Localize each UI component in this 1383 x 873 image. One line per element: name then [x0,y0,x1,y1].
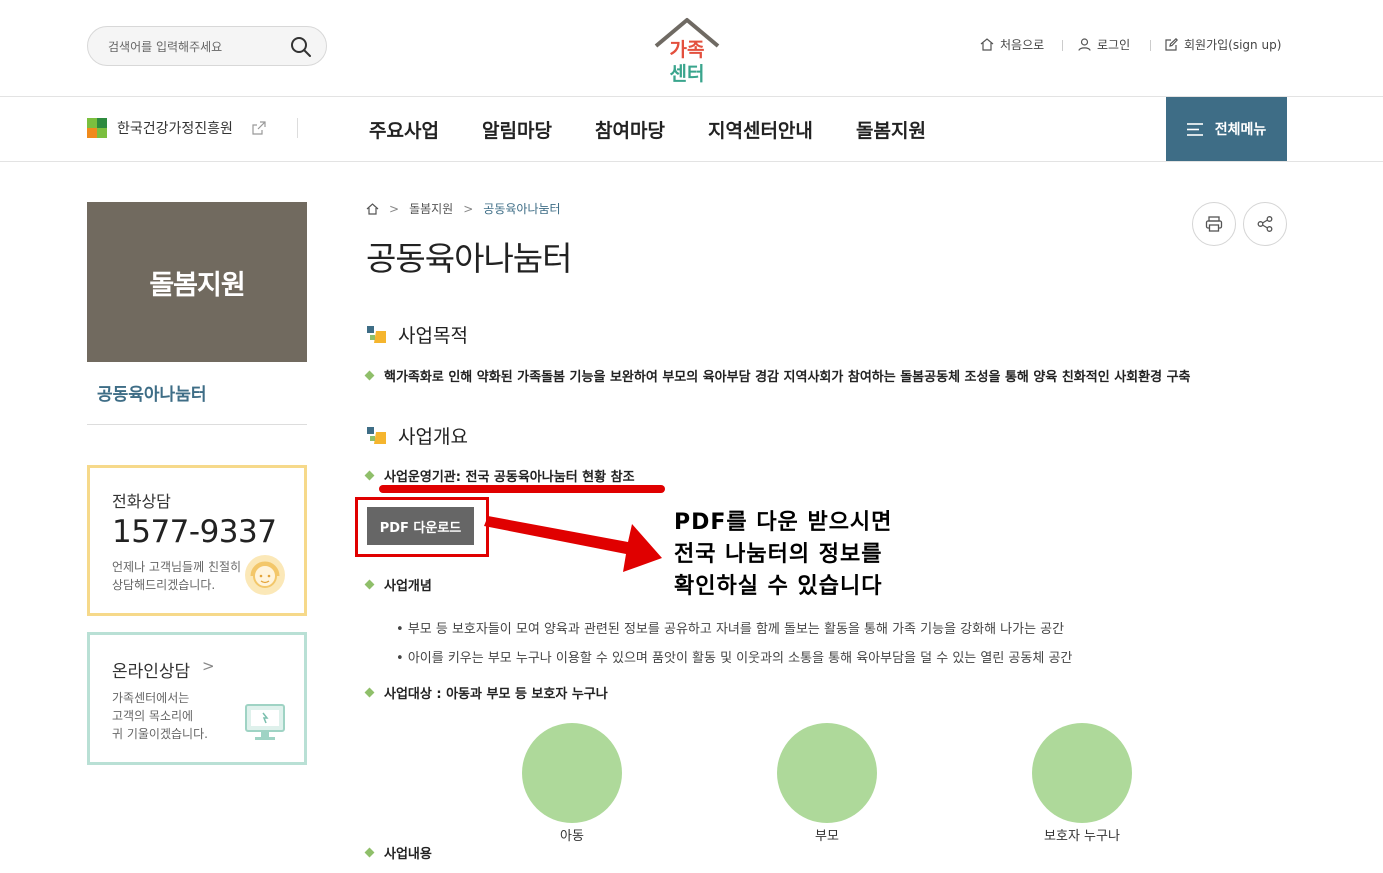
online-consult-desc: 가족센터에서는 고객의 목소리에 귀 기울이겠습니다. [112,689,208,743]
org-divider [297,118,298,138]
bullet-diamond [364,470,375,481]
target-circle-child [522,723,622,823]
concept-item: • 아이를 키우는 부모 누구나 이용할 수 있으며 품앗이 활동 및 이웃과의… [396,651,1073,666]
target-title: 사업대상 : 아동과 부모 등 보호자 누구나 [364,683,608,702]
breadcrumb-separator: > [389,201,400,216]
online-consult-box[interactable]: 온라인상담 > 가족센터에서는 고객의 목소리에 귀 기울이겠습니다. [87,632,307,765]
content-title-label: 사업내용 [384,847,432,862]
external-link-icon [252,121,266,135]
pdf-download-button[interactable]: PDF 다운로드 [367,507,474,545]
home-link-label: 처음으로 [1000,38,1045,52]
target-label-child: 아동 [560,829,584,844]
concept-item-label: 부모 등 보호자들이 모여 양육과 관련된 정보를 공유하고 자녀를 함께 돌보… [407,622,1065,637]
logo-text-bottom: 센터 [670,63,705,85]
annotation-line: PDF를 다운 받으시면 [674,510,893,535]
org-link[interactable]: 한국건강가정진흥원 [87,118,267,138]
section-heading-overview: 사업개요 [366,422,468,449]
online-consult-desc-line: 가족센터에서는 [112,691,190,705]
user-icon [1078,38,1091,51]
target-title-label: 사업대상 : 아동과 부모 등 보호자 누구나 [384,687,608,702]
target-circle-guardian [1032,723,1132,823]
concept-item-label: 아이를 키우는 부모 누구나 이용할 수 있으며 품앗이 활동 및 이웃과의 소… [407,651,1073,666]
online-consult-desc-line: 귀 기울이겠습니다. [112,727,208,741]
edit-icon [1165,38,1178,51]
breadcrumb-current: 공동육아나눔터 [483,202,561,216]
sidebar-divider [87,424,307,425]
phone-number[interactable]: 1577-9337 [112,514,277,550]
red-arrow-annotation [484,516,662,572]
section-heading-label: 사업목적 [398,325,468,347]
concept-item: • 부모 등 보호자들이 모여 양육과 관련된 정보를 공유하고 자녀를 함께 … [396,622,1065,637]
nav-notice[interactable]: 알림마당 [482,116,552,143]
org-link-label: 한국건강가정진흥원 [117,121,233,137]
online-consult-label: 온라인상담 [112,662,191,682]
util-divider [1150,40,1151,51]
hamburger-icon [1186,122,1203,136]
login-link[interactable]: 로그인 [1078,36,1130,53]
family-center-logo[interactable]: 가족 센터 [652,16,722,86]
sidebar-item-co-parenting[interactable]: 공동육아나눔터 [97,380,206,405]
nav-main-business[interactable]: 주요사업 [369,116,439,143]
red-underline-annotation [379,485,665,493]
section-heading-label: 사업개요 [398,426,468,448]
svg-text:센터: 센터 [670,63,705,85]
operator-text: 사업운영기관: 전국 공동육아나눔터 현황 참조 [364,466,635,485]
target-circle-parent [777,723,877,823]
signup-link-label: 회원가입(sign up) [1184,38,1282,52]
share-button[interactable] [1243,202,1287,246]
target-label-guardian: 보호자 누구나 [1044,829,1120,844]
print-button[interactable] [1192,202,1236,246]
bullet-diamond [364,370,375,381]
phone-consult-box: 전화상담 1577-9337 언제나 고객님들께 친절히 상담해드리겠습니다. [87,465,307,616]
operator-text-label: 사업운영기관: 전국 공동육아나눔터 현황 참조 [384,470,635,485]
section-bullet-icon [367,325,386,343]
svg-text:가족: 가족 [670,39,705,61]
bullet-diamond [364,847,375,858]
util-divider [1062,40,1063,51]
target-label-parent: 부모 [815,829,839,844]
chevron-right-icon: > [202,657,215,675]
search-box [87,26,327,66]
annotation-text: PDF를 다운 받으시면 전국 나눔터의 정보를 확인하실 수 있습니다 [674,507,892,603]
concept-title-label: 사업개념 [384,579,432,594]
annotation-line: 전국 나눔터의 정보를 [674,542,883,567]
search-icon[interactable] [290,36,312,58]
nav-care-support[interactable]: 돌봄지원 [856,116,926,143]
print-icon [1205,216,1223,232]
all-menu-label: 전체메뉴 [1214,122,1267,138]
content-title: 사업내용 [364,843,432,862]
breadcrumb-item[interactable]: 돌봄지원 [409,200,453,217]
share-icon [1257,216,1273,232]
signup-link[interactable]: 회원가입(sign up) [1165,36,1281,53]
org-logo-icon [87,118,107,138]
phone-consult-label: 전화상담 [112,492,171,511]
home-link[interactable]: 처음으로 [980,36,1044,53]
phone-consult-desc: 언제나 고객님들께 친절히 상담해드리겠습니다. [112,560,242,592]
counselor-icon [245,555,285,595]
home-icon [980,38,994,51]
sidebar-title: 돌봄지원 [87,202,307,362]
nav-divider [0,161,1383,162]
home-icon[interactable] [366,202,379,215]
nav-local-center[interactable]: 지역센터안내 [708,116,813,143]
purpose-text-label: 핵가족화로 인해 약화된 가족돌봄 기능을 보완하여 부모의 육아부담 경감 지… [384,370,1191,385]
section-bullet-icon [367,426,386,444]
nav-participation[interactable]: 참여마당 [595,116,665,143]
logo-text-top: 가족 [670,39,705,61]
section-heading-purpose: 사업목적 [366,321,468,348]
computer-icon [245,704,285,740]
search-input[interactable] [108,36,278,58]
page-title: 공동육아나눔터 [366,239,573,278]
purpose-text: 핵가족화로 인해 약화된 가족돌봄 기능을 보완하여 부모의 육아부담 경감 지… [364,366,1191,385]
all-menu-button[interactable]: 전체메뉴 [1166,97,1287,161]
bullet-diamond [364,579,375,590]
annotation-line: 확인하실 수 있습니다 [674,574,883,599]
concept-title: 사업개념 [364,575,432,594]
online-consult-desc-line: 고객의 목소리에 [112,709,194,723]
breadcrumb-separator: > [463,201,474,216]
bullet-diamond [364,687,375,698]
login-link-label: 로그인 [1097,38,1131,52]
breadcrumb: > 돌봄지원 > 공동육아나눔터 [366,200,561,217]
